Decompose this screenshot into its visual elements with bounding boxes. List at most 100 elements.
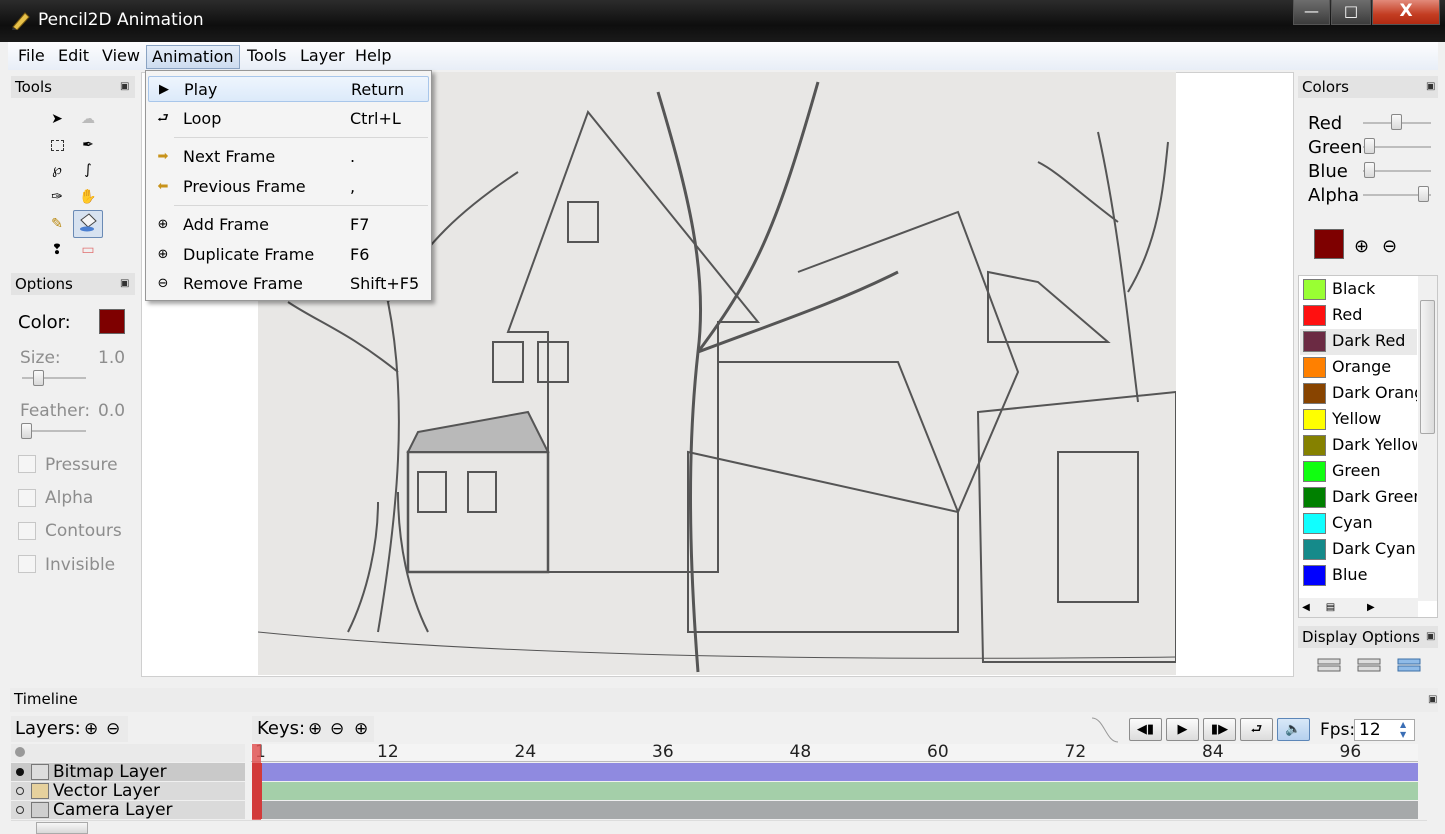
float-panel-icon[interactable]: ▣: [1426, 81, 1435, 92]
previous-frame-icon[interactable]: ◀▮: [1129, 718, 1162, 741]
pressure-checkbox[interactable]: [18, 455, 36, 473]
smudge-icon[interactable]: ☁: [75, 107, 101, 131]
pen-icon[interactable]: ✑: [44, 185, 70, 209]
palette-color-item[interactable]: Cyan: [1300, 511, 1417, 537]
palette-color-item[interactable]: Dark Red: [1300, 329, 1417, 355]
visibility-dot-icon[interactable]: [16, 787, 24, 795]
layer-row-bitmap[interactable]: Bitmap Layer: [11, 763, 245, 781]
menu-item-previous-frame[interactable]: ⬅ Previous Frame ,: [148, 174, 429, 200]
blue-slider-handle[interactable]: [1364, 162, 1375, 178]
add-color-icon[interactable]: ⊕: [1354, 236, 1369, 257]
palette-color-item[interactable]: Dark Orange: [1300, 381, 1417, 407]
menu-layer[interactable]: Layer: [295, 45, 350, 69]
menu-view[interactable]: View: [97, 45, 145, 69]
size-slider-track[interactable]: [22, 377, 86, 379]
add-key-icon[interactable]: ⊕: [308, 719, 322, 739]
layer-name: Vector Layer: [53, 781, 160, 801]
timeline-title: Timeline: [10, 688, 1438, 712]
float-panel-icon[interactable]: ▣: [1426, 631, 1435, 642]
paint-bucket-icon[interactable]: [73, 210, 103, 238]
select-arrow-icon[interactable]: ➤: [44, 107, 70, 131]
palette-hscrollbar[interactable]: ◀ ▤ ▶: [1299, 598, 1418, 617]
bitmap-layer-track[interactable]: [262, 763, 1418, 781]
play-icon[interactable]: ▶: [1166, 718, 1199, 741]
menu-item-play[interactable]: ▶ Play Return: [148, 76, 429, 102]
hand-icon[interactable]: ✋: [75, 185, 101, 209]
vector-layer-icon: [31, 783, 49, 799]
brush-icon[interactable]: ✒: [75, 133, 101, 157]
palette-color-item[interactable]: Yellow: [1300, 407, 1417, 433]
menu-item-remove-frame[interactable]: ⊖ Remove Frame Shift+F5: [148, 271, 429, 297]
palette-color-item[interactable]: Dark Cyan: [1300, 537, 1417, 563]
menu-item-add-frame[interactable]: ⊕ Add Frame F7: [148, 212, 429, 238]
palette-color-item[interactable]: Dark Green: [1300, 485, 1417, 511]
eyedropper-icon[interactable]: ❢: [44, 238, 70, 262]
flip-vertical-icon[interactable]: [1356, 656, 1382, 674]
frame-tick-label: 72: [1064, 742, 1087, 762]
contours-checkbox[interactable]: [18, 522, 36, 540]
float-panel-icon[interactable]: ▣: [1428, 694, 1437, 705]
colors-panel-title: Colors: [1298, 76, 1438, 98]
menu-help[interactable]: Help: [350, 45, 396, 69]
alpha-slider-handle[interactable]: [1418, 186, 1429, 202]
palette-color-name: Cyan: [1332, 513, 1373, 532]
loop-icon[interactable]: ⮐: [1240, 718, 1273, 741]
selection-rect-icon[interactable]: [44, 133, 70, 157]
remove-color-icon[interactable]: ⊖: [1382, 236, 1397, 257]
alpha-checkbox[interactable]: [18, 489, 36, 507]
maximize-button[interactable]: □: [1331, 0, 1371, 25]
menu-item-loop[interactable]: ⮐ Loop Ctrl+L: [148, 106, 429, 132]
pressure-label: Pressure: [45, 455, 118, 475]
next-frame-icon[interactable]: ▮▶: [1203, 718, 1236, 741]
duplicate-key-icon[interactable]: ⊕: [354, 719, 368, 739]
frame-ruler[interactable]: [251, 744, 1418, 762]
color-swatch[interactable]: [99, 309, 125, 334]
timeline-hscrollbar-thumb[interactable]: [36, 822, 88, 834]
palette-color-item[interactable]: Blue: [1300, 563, 1417, 589]
palette-swatch: [1303, 383, 1326, 404]
pencil-icon[interactable]: ✎: [44, 212, 70, 236]
menu-edit[interactable]: Edit: [53, 45, 94, 69]
size-slider-handle[interactable]: [33, 370, 44, 386]
palette-color-item[interactable]: Green: [1300, 459, 1417, 485]
visibility-dot-icon[interactable]: [16, 806, 24, 814]
vector-layer-track[interactable]: [262, 782, 1418, 800]
add-layer-icon[interactable]: ⊕: [84, 719, 98, 739]
palette-color-item[interactable]: Black: [1300, 277, 1417, 303]
menu-tools[interactable]: Tools: [242, 45, 291, 69]
flip-horizontal-icon[interactable]: [1316, 656, 1342, 674]
red-slider-handle[interactable]: [1391, 114, 1402, 130]
sound-icon[interactable]: 🔈: [1277, 718, 1310, 741]
green-slider-handle[interactable]: [1364, 138, 1375, 154]
current-color-swatch[interactable]: [1314, 229, 1344, 259]
float-panel-icon[interactable]: ▣: [120, 81, 129, 92]
polyline-icon[interactable]: ℘: [44, 158, 70, 182]
palette-color-item[interactable]: Dark Yellow: [1300, 433, 1417, 459]
palette-color-item[interactable]: Red: [1300, 303, 1417, 329]
menu-file[interactable]: File: [13, 45, 50, 69]
eraser-icon[interactable]: ▭: [75, 238, 101, 262]
layer-row-vector[interactable]: Vector Layer: [11, 782, 245, 800]
minimize-button[interactable]: —: [1293, 0, 1330, 25]
timeline-hscrollbar[interactable]: [11, 820, 1427, 834]
camera-layer-track[interactable]: [262, 801, 1418, 819]
onion-skin-icon[interactable]: [1396, 656, 1422, 674]
remove-layer-icon[interactable]: ⊖: [106, 719, 120, 739]
visibility-dot-icon[interactable]: [15, 747, 25, 757]
visibility-dot-icon[interactable]: [16, 768, 24, 776]
feather-slider-handle[interactable]: [21, 423, 32, 439]
smudge-finger-icon[interactable]: ∫: [75, 158, 101, 182]
palette-scrollbar-thumb[interactable]: [1420, 300, 1435, 434]
fps-stepper-arrows-icon[interactable]: ▲ ▼: [1400, 720, 1406, 740]
keyframe-marker[interactable]: [252, 763, 262, 819]
menu-item-duplicate-frame[interactable]: ⊕ Duplicate Frame F6: [148, 242, 429, 268]
invisible-checkbox[interactable]: [18, 555, 36, 573]
remove-key-icon[interactable]: ⊖: [330, 719, 344, 739]
palette-color-item[interactable]: Orange: [1300, 355, 1417, 381]
minus-circle-icon: ⊖: [157, 276, 169, 291]
float-panel-icon[interactable]: ▣: [120, 278, 129, 289]
layer-row-camera[interactable]: Camera Layer: [11, 801, 245, 819]
menu-item-next-frame[interactable]: ➡ Next Frame .: [148, 144, 429, 170]
menu-animation[interactable]: Animation: [146, 45, 240, 69]
close-button[interactable]: X: [1372, 0, 1440, 25]
